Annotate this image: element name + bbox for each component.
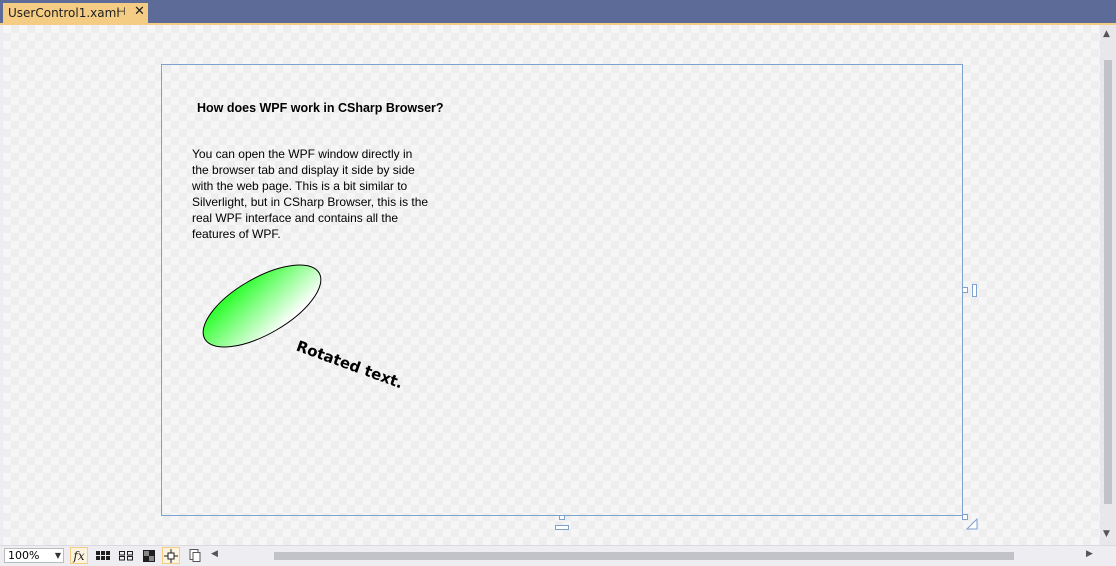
resize-handle-bottom[interactable] <box>559 515 565 520</box>
resize-grip-icon[interactable] <box>966 518 978 530</box>
chevron-down-icon[interactable]: ▼ <box>55 549 61 562</box>
tab-title: UserControl1.xaml <box>8 6 120 20</box>
zoom-select[interactable]: 100% ▼ <box>4 548 64 563</box>
designer-toolbar: 100% ▼ fx ◀ ▶ <box>0 545 1116 566</box>
heading-text: How does WPF work in CSharp Browser? <box>197 101 444 115</box>
scroll-right-icon[interactable]: ▶ <box>1086 549 1093 559</box>
scroll-down-icon[interactable]: ▼ <box>1103 529 1110 539</box>
snap-grid-icon[interactable] <box>117 547 135 564</box>
resize-handle-right[interactable] <box>962 287 968 293</box>
snap-lines-icon[interactable] <box>162 547 180 564</box>
grid-rail-right[interactable] <box>972 284 977 297</box>
tab-usercontrol1[interactable]: UserControl1.xaml ⊣ ✕ <box>3 3 148 23</box>
paragraph-text: You can open the WPF window directly in … <box>192 147 429 241</box>
document-tab-bar: UserControl1.xaml ⊣ ✕ <box>0 0 1116 23</box>
horizontal-scrollbar[interactable]: ◀ ▶ <box>208 549 1096 563</box>
horizontal-scroll-thumb[interactable] <box>274 552 1014 560</box>
fx-label: fx <box>73 548 85 563</box>
vertical-scroll-thumb[interactable] <box>1104 60 1112 504</box>
fx-button[interactable]: fx <box>70 547 88 564</box>
zoom-value: 100% <box>8 549 40 562</box>
artboard-background-icon[interactable] <box>140 547 158 564</box>
close-icon[interactable]: ✕ <box>134 4 145 19</box>
rotated-text: Rotated text. <box>293 337 406 393</box>
vertical-scrollbar[interactable]: ▲ ▼ <box>1100 25 1116 545</box>
grid-icon[interactable] <box>94 547 112 564</box>
pin-icon[interactable]: ⊣ <box>116 5 126 18</box>
grid-rail-bottom[interactable] <box>555 525 569 530</box>
user-control-root[interactable]: How does WPF work in CSharp Browser? You… <box>161 64 963 516</box>
scroll-up-icon[interactable]: ▲ <box>1103 29 1110 39</box>
scroll-left-icon[interactable]: ◀ <box>211 549 218 559</box>
xaml-effects-icon[interactable] <box>186 547 204 564</box>
